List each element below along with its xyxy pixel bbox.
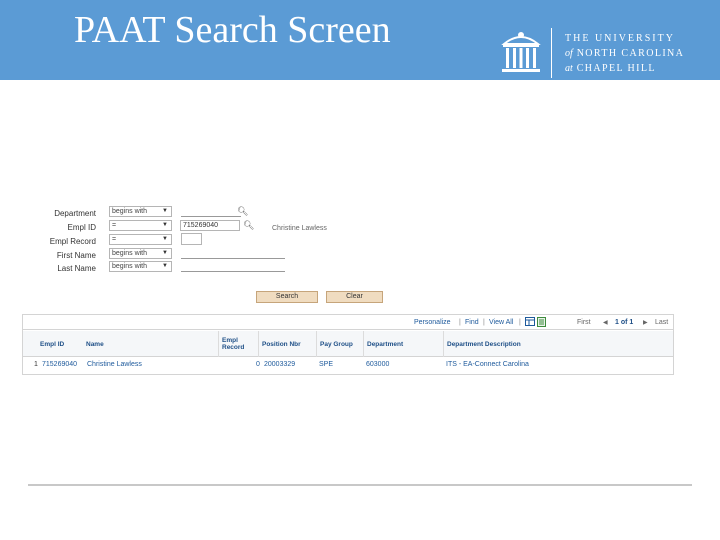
department-input[interactable] (181, 216, 241, 217)
row-empl-id[interactable]: 715269040 (42, 361, 77, 368)
col-name[interactable]: Name (83, 331, 218, 357)
university-of: of (565, 48, 573, 59)
university-line-2: NORTH CAROLINA (576, 48, 685, 59)
row-department-description[interactable]: ITS - EA-Connect Carolina (446, 361, 529, 368)
row-name[interactable]: Christine Lawless (87, 361, 142, 368)
department-lookup-icon[interactable]: 🔍︎ (237, 206, 248, 217)
footer-divider (28, 484, 692, 486)
first-name-operator-select[interactable]: begins with ▼ (109, 248, 172, 259)
next-icon[interactable]: ▶ (643, 319, 648, 326)
page-range: 1 of 1 (615, 319, 634, 326)
department-operator-select[interactable]: begins with ▼ (109, 206, 172, 217)
empl-record-label: Empl Record (49, 237, 96, 246)
col-position-nbr[interactable]: Position Nbr (258, 331, 316, 357)
chevron-down-icon: ▼ (162, 263, 168, 269)
row-empl-record[interactable]: 0 (256, 361, 260, 368)
chevron-down-icon: ▼ (162, 222, 168, 228)
old-well-logo-icon (500, 28, 542, 76)
empl-name-display: Christine Lawless (272, 225, 327, 232)
row-pay-group[interactable]: SPE (319, 361, 333, 368)
last-link[interactable]: Last (655, 319, 668, 326)
row-index: 1 (34, 361, 38, 368)
col-empl-id[interactable]: Empl ID (37, 331, 83, 357)
last-name-label: Last Name (57, 264, 96, 273)
page-title: PAAT Search Screen (74, 9, 391, 51)
results-grid: Personalize | Find | View All | First ◀ … (22, 314, 674, 375)
empl-record-operator-select[interactable]: = ▼ (109, 234, 172, 245)
download-excel-icon[interactable] (537, 317, 546, 329)
row-department[interactable]: 603000 (366, 361, 389, 368)
col-empl-record[interactable]: Empl Record (218, 331, 258, 357)
col-pay-group[interactable]: Pay Group (316, 331, 363, 357)
empl-id-lookup-icon[interactable]: 🔍︎ (243, 220, 254, 231)
empl-id-input[interactable]: 715269040 (180, 220, 240, 231)
university-line-3: CHAPEL HILL (576, 63, 656, 74)
zoom-grid-icon[interactable] (525, 317, 535, 328)
department-label: Department (54, 209, 96, 218)
first-link[interactable]: First (577, 319, 591, 326)
find-link[interactable]: Find (465, 319, 479, 326)
university-wordmark: THE UNIVERSITY of NORTH CAROLINA at CHAP… (565, 31, 684, 76)
view-all-link[interactable]: View All (489, 319, 513, 326)
grid-header-row: Empl ID Name Empl Record Position Nbr Pa… (23, 331, 673, 357)
col-department[interactable]: Department (363, 331, 443, 357)
col-department-description[interactable]: Department Description (443, 331, 673, 357)
previous-icon[interactable]: ◀ (603, 319, 608, 326)
empl-id-label: Empl ID (67, 223, 96, 232)
logo-divider (551, 28, 552, 78)
grid-toolbar: Personalize | Find | View All | First ◀ … (23, 315, 673, 330)
empl-record-input[interactable] (181, 233, 202, 245)
chevron-down-icon: ▼ (162, 250, 168, 256)
table-row[interactable]: 1 715269040 Christine Lawless 0 20003329… (23, 358, 673, 374)
last-name-input[interactable] (181, 271, 285, 272)
university-line-1: THE UNIVERSITY (565, 33, 675, 44)
last-name-operator-select[interactable]: begins with ▼ (109, 261, 172, 272)
search-button[interactable]: Search (256, 291, 318, 303)
empl-id-operator-select[interactable]: = ▼ (109, 220, 172, 231)
first-name-input[interactable] (181, 258, 285, 259)
row-position-nbr[interactable]: 20003329 (264, 361, 295, 368)
chevron-down-icon: ▼ (162, 236, 168, 242)
first-name-label: First Name (56, 251, 96, 260)
personalize-link[interactable]: Personalize (414, 319, 451, 326)
university-at: at (565, 63, 573, 74)
clear-button[interactable]: Clear (326, 291, 383, 303)
chevron-down-icon: ▼ (162, 208, 168, 214)
search-form: Department begins with ▼ 🔍︎ Empl ID = ▼ 71… (30, 204, 350, 276)
header-banner: PAAT Search Screen THE UNIVERSITY of NOR… (0, 0, 720, 80)
